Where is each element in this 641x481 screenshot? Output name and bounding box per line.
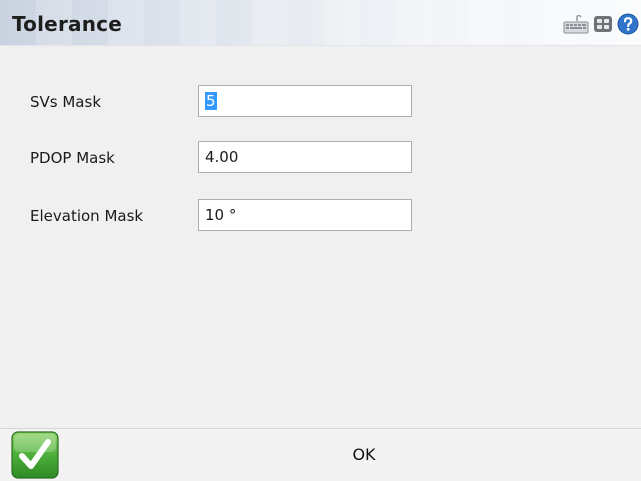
title-bar: Tolerance	[0, 0, 641, 46]
pdop-mask-row: PDOP Mask 4.00	[0, 141, 641, 175]
svs-mask-row: SVs Mask 5	[0, 85, 641, 119]
elevation-mask-label: Elevation Mask	[30, 207, 144, 225]
keyboard-icon[interactable]	[563, 14, 589, 34]
help-icon[interactable]	[617, 13, 639, 35]
checkmark-icon	[11, 431, 59, 479]
svs-mask-value: 5	[205, 92, 217, 110]
page-title: Tolerance	[12, 12, 122, 36]
title-icon-group	[563, 12, 639, 36]
pdop-mask-input[interactable]: 4.00	[198, 141, 412, 173]
tolerance-window: Tolerance SVs Mask 5 PDOP Mask 4.00 Elev…	[0, 0, 641, 481]
svs-mask-label: SVs Mask	[30, 93, 102, 111]
pdop-mask-label: PDOP Mask	[30, 149, 115, 167]
form-area: SVs Mask 5 PDOP Mask 4.00 Elevation Mask…	[0, 46, 641, 428]
bottom-bar: OK	[0, 428, 641, 481]
ok-icon-button[interactable]	[10, 430, 60, 480]
grid-icon[interactable]	[593, 14, 613, 34]
elevation-mask-row: Elevation Mask 10 °	[0, 199, 641, 233]
ok-button[interactable]: OK	[330, 441, 398, 469]
elevation-mask-input[interactable]: 10 °	[198, 199, 412, 231]
svs-mask-input[interactable]: 5	[198, 85, 412, 117]
